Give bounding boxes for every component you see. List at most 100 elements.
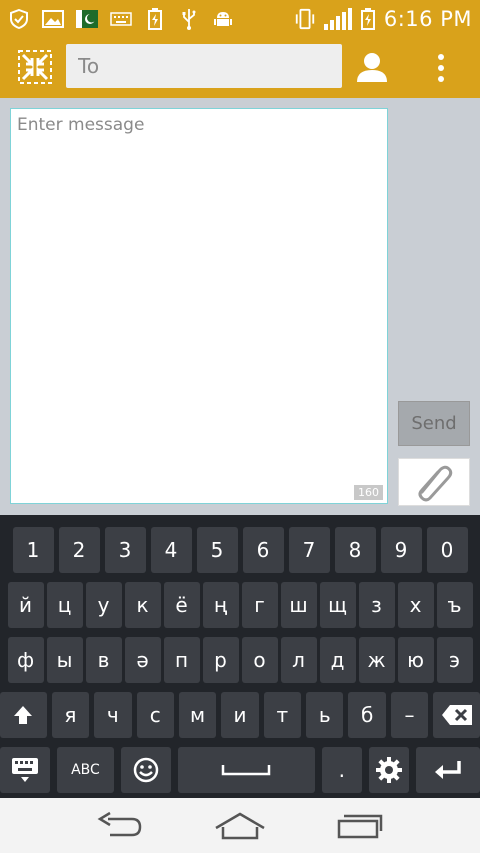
compose-area: 160 Send [0,98,480,515]
key[interactable]: й [7,582,44,628]
key[interactable]: и [221,692,259,738]
merge-conversations-button[interactable] [18,50,52,84]
key[interactable]: ж [358,637,395,683]
message-box: 160 [10,108,388,504]
key[interactable]: д [319,637,356,683]
key[interactable]: – [390,692,429,738]
gear-icon [376,757,403,783]
space-key[interactable] [177,747,315,793]
key[interactable]: ч [94,692,132,738]
recipient-input[interactable] [66,44,342,88]
key[interactable]: з [358,582,395,628]
period-key[interactable]: . [321,747,362,793]
paperclip-icon [418,465,453,502]
battery-icon [360,8,376,30]
menu-dot [438,54,444,61]
key[interactable]: ң [202,582,239,628]
key[interactable]: 7 [288,527,330,573]
keyboard: 1 2 3 4 5 6 7 8 9 0 й ц у к ё ң г ш щ з … [0,515,480,798]
battery-charging-icon [144,8,166,30]
vibrate-icon [294,8,316,30]
gallery-icon [42,8,64,30]
app-header [0,38,480,98]
message-input[interactable] [11,109,387,503]
enter-key[interactable] [416,747,480,793]
key[interactable]: у [85,582,122,628]
key[interactable]: ә [124,637,161,683]
status-time: 6:16 PM [383,7,472,31]
key[interactable]: б [348,692,386,738]
shield-icon [8,8,30,30]
add-contact-button[interactable] [352,48,392,88]
overflow-menu-button[interactable] [428,48,454,88]
recent-apps-icon [337,814,383,838]
key[interactable]: 8 [334,527,376,573]
settings-key[interactable] [368,747,410,793]
keyboard-icon [110,8,132,30]
backspace-key[interactable] [433,692,480,738]
key[interactable]: ъ [436,582,473,628]
key[interactable]: 5 [196,527,238,573]
abc-mode-key[interactable]: ABC [56,747,115,793]
key[interactable]: ц [46,582,83,628]
keyboard-row-3: я ч с м и т ь б – [0,692,480,738]
key[interactable]: к [124,582,161,628]
key[interactable]: 1 [12,527,54,573]
back-button[interactable] [90,806,150,846]
back-arrow-icon [97,811,142,836]
key[interactable]: 4 [150,527,192,573]
key[interactable]: м [178,692,217,738]
key[interactable]: ш [280,582,317,628]
enter-icon [435,761,461,779]
flag-icon [76,8,98,30]
keyboard-row-2: ф ы в ә п р о л д ж ю э [0,637,480,683]
emoji-key[interactable] [121,747,171,793]
key[interactable]: ю [397,637,434,683]
key[interactable]: т [263,692,302,738]
keyboard-number-row: 1 2 3 4 5 6 7 8 9 0 [0,527,480,573]
home-icon [215,812,265,839]
key[interactable]: о [241,637,278,683]
recent-apps-button[interactable] [330,806,390,846]
shift-key[interactable] [0,692,47,738]
key[interactable]: ы [46,637,83,683]
key[interactable]: в [85,637,122,683]
key[interactable]: ё [163,582,200,628]
key[interactable]: 2 [58,527,100,573]
shift-arrow-icon [14,706,33,724]
key[interactable]: ф [7,637,44,683]
menu-dot [438,64,444,71]
key[interactable]: э [436,637,473,683]
key[interactable]: р [202,637,239,683]
key[interactable]: 9 [380,527,422,573]
key[interactable]: л [280,637,317,683]
key[interactable]: х [397,582,434,628]
menu-dot [438,75,444,82]
status-bar: 6:16 PM [0,0,480,38]
key[interactable]: ь [306,692,344,738]
key[interactable]: 0 [426,527,468,573]
key[interactable]: щ [319,582,356,628]
character-counter: 160 [354,485,383,500]
key[interactable]: п [163,637,200,683]
collapse-arrows-icon [18,50,52,84]
key[interactable]: 3 [104,527,146,573]
navigation-bar [0,798,480,853]
attach-button[interactable] [398,458,470,506]
keyboard-bottom-row: ABC . [0,747,480,793]
space-icon [222,765,271,776]
key[interactable]: г [241,582,278,628]
keyboard-switch-key[interactable] [0,747,50,793]
android-icon [212,8,234,30]
key[interactable]: 6 [242,527,284,573]
key[interactable]: я [51,692,90,738]
home-button[interactable] [210,806,270,846]
send-button[interactable]: Send [398,401,470,446]
keyboard-row-1: й ц у к ё ң г ш щ з х ъ [0,582,480,628]
keyboard-icon [11,758,38,782]
usb-icon [178,8,200,30]
person-icon [357,53,387,82]
signal-icon [323,8,352,30]
key[interactable]: с [136,692,174,738]
smiley-icon [133,757,159,783]
